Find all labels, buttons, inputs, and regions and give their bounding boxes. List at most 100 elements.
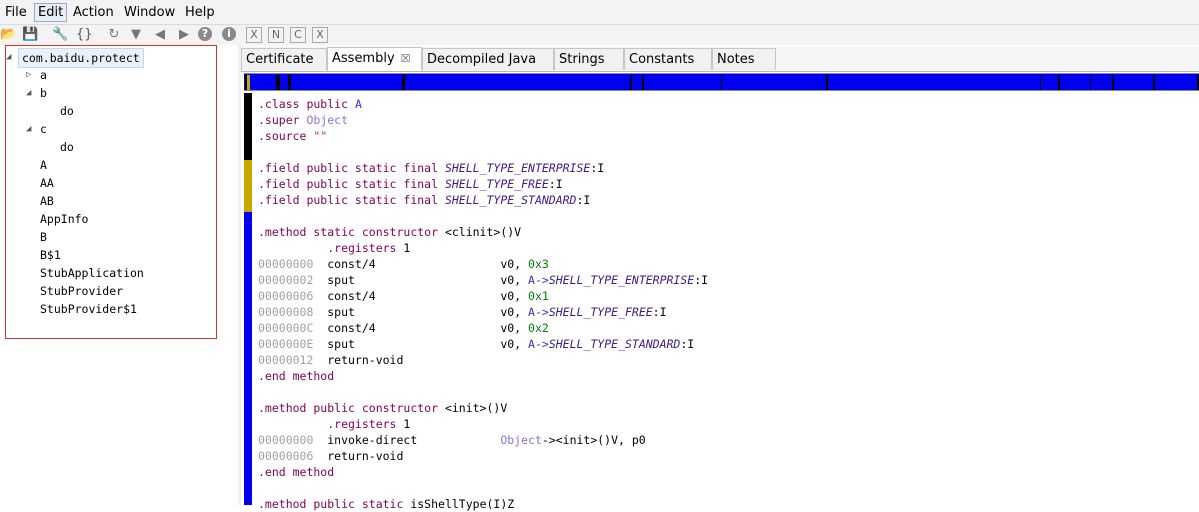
assembly-code[interactable]: .class public A .super Object .source "" .… bbox=[258, 96, 708, 512]
code-token: :I bbox=[652, 305, 667, 319]
code-line[interactable]: .registers 1 bbox=[258, 416, 708, 432]
filter-icon[interactable]: ▼ bbox=[128, 27, 144, 43]
code-token: .end method bbox=[258, 369, 335, 383]
close-tab-icon[interactable]: ☒ bbox=[401, 52, 411, 65]
code-token: .source bbox=[258, 129, 314, 143]
xref-icon[interactable]: X bbox=[312, 27, 328, 43]
code-line[interactable]: 00000008 sput v0, A->SHELL_TYPE_FREE:I bbox=[258, 304, 708, 320]
code-token: A-> bbox=[528, 305, 549, 319]
menu-edit[interactable]: Edit bbox=[34, 3, 68, 22]
code-line[interactable]: .super Object bbox=[258, 112, 708, 128]
tab-constants[interactable]: Constants bbox=[624, 48, 712, 70]
code-line[interactable]: 00000000 const/4 v0, 0x3 bbox=[258, 256, 708, 272]
code-line[interactable]: 00000012 return-void bbox=[258, 352, 708, 368]
help-icon[interactable]: ? bbox=[198, 27, 212, 41]
overview-marker bbox=[276, 75, 280, 90]
code-token: .method public static bbox=[258, 497, 411, 511]
code-line[interactable]: 0000000E sput v0, A->SHELL_TYPE_STANDARD… bbox=[258, 336, 708, 352]
code-line[interactable]: .field public static final SHELL_TYPE_FR… bbox=[258, 176, 708, 192]
code-token: "" bbox=[313, 129, 328, 143]
overview-marker bbox=[1040, 75, 1041, 90]
code-line[interactable]: .method public constructor <init>()V bbox=[258, 400, 708, 416]
code-token: .method public constructor bbox=[258, 401, 445, 415]
code-token: SHELL_TYPE_STANDARD bbox=[444, 193, 577, 207]
open-icon[interactable]: 📂 bbox=[0, 27, 16, 43]
code-line[interactable]: .end method bbox=[258, 464, 708, 480]
code-line[interactable]: .end method bbox=[258, 368, 708, 384]
code-line[interactable]: 0000000C const/4 v0, 0x2 bbox=[258, 320, 708, 336]
code-line[interactable] bbox=[258, 144, 708, 160]
overview-marker bbox=[288, 75, 291, 90]
assembly-editor[interactable]: .class public A .super Object .source "" .… bbox=[244, 93, 1199, 511]
info-icon[interactable]: i bbox=[222, 27, 236, 41]
code-token: SHELL_TYPE_STANDARD bbox=[548, 337, 681, 351]
gutter-segment bbox=[244, 212, 252, 505]
menu-window[interactable]: Window bbox=[121, 4, 178, 21]
menu-action[interactable]: Action bbox=[70, 4, 117, 21]
tab-certificate[interactable]: Certificate bbox=[241, 48, 327, 70]
code-token: return-void bbox=[313, 449, 404, 463]
tab-notes[interactable]: Notes bbox=[712, 48, 776, 70]
code-line[interactable]: .field public static final SHELL_TYPE_EN… bbox=[258, 160, 708, 176]
code-token: 0000000C bbox=[258, 321, 314, 335]
code-token: isShellType(I)Z bbox=[410, 497, 515, 511]
wrench-icon[interactable]: 🔧 bbox=[52, 27, 68, 43]
code-token: 00000000 bbox=[258, 433, 314, 447]
code-line[interactable]: 00000006 return-void bbox=[258, 448, 708, 464]
code-line[interactable]: 00000006 const/4 v0, 0x1 bbox=[258, 288, 708, 304]
menu-file[interactable]: File bbox=[2, 4, 30, 21]
refresh-icon[interactable]: ↻ bbox=[106, 27, 122, 43]
tab-strings[interactable]: Strings bbox=[554, 48, 624, 70]
code-line[interactable] bbox=[258, 384, 708, 400]
code-line[interactable]: .method public static isShellType(I)Z bbox=[258, 496, 708, 512]
code-token: sput v0, bbox=[313, 273, 529, 287]
code-token: .end method bbox=[258, 465, 335, 479]
code-token: 00000006 bbox=[258, 449, 314, 463]
code-line[interactable]: .method static constructor <clinit>()V bbox=[258, 224, 708, 240]
menu-bar: File Edit Action Window Help bbox=[0, 0, 1199, 25]
code-token: .field public static final bbox=[258, 177, 445, 191]
code-token: 0x2 bbox=[528, 321, 549, 335]
convert-icon[interactable]: C bbox=[290, 27, 306, 43]
code-line[interactable] bbox=[258, 480, 708, 496]
code-token: sput v0, bbox=[313, 337, 529, 351]
code-line[interactable]: .source "" bbox=[258, 128, 708, 144]
comment-icon[interactable]: N bbox=[268, 27, 284, 43]
overview-marker bbox=[1058, 75, 1060, 90]
code-token: 1 bbox=[403, 241, 411, 255]
code-overview-bar[interactable] bbox=[244, 73, 1199, 91]
code-token: SHELL_TYPE_FREE bbox=[444, 177, 549, 191]
code-token: :I bbox=[680, 337, 695, 351]
menu-help[interactable]: Help bbox=[182, 4, 218, 21]
code-token: A-> bbox=[528, 337, 549, 351]
code-token: -><init>()V, p0 bbox=[541, 433, 646, 447]
back-icon[interactable]: ◀ bbox=[152, 27, 168, 43]
code-line[interactable] bbox=[258, 208, 708, 224]
code-token: Object bbox=[500, 433, 542, 447]
editor-tabs: Certificate Assembly ☒ Decompiled Java Strin… bbox=[241, 46, 1199, 72]
save-icon[interactable]: 💾 bbox=[22, 27, 38, 43]
gutter-segment bbox=[244, 160, 252, 212]
brackets-icon[interactable]: {} bbox=[76, 27, 93, 43]
tab-assembly[interactable]: Assembly ☒ bbox=[327, 47, 422, 71]
code-token: .super bbox=[258, 113, 307, 127]
code-line[interactable]: .registers 1 bbox=[258, 240, 708, 256]
code-token: .class public bbox=[258, 97, 355, 111]
code-token: 00000008 bbox=[258, 305, 314, 319]
code-token: 00000002 bbox=[258, 273, 314, 287]
forward-icon[interactable]: ▶ bbox=[176, 27, 192, 43]
tab-decompiled-java[interactable]: Decompiled Java bbox=[422, 48, 554, 70]
code-token: 00000012 bbox=[258, 353, 314, 367]
tab-label: Assembly bbox=[332, 51, 395, 66]
code-token: :I bbox=[548, 177, 563, 191]
code-line[interactable]: .field public static final SHELL_TYPE_ST… bbox=[258, 192, 708, 208]
panel-splitter[interactable] bbox=[238, 45, 241, 505]
code-token: 1 bbox=[403, 417, 411, 431]
code-line[interactable]: .class public A bbox=[258, 96, 708, 112]
code-token: 0000000E bbox=[258, 337, 314, 351]
rename-icon[interactable]: X bbox=[246, 27, 262, 43]
code-token: const/4 v0, bbox=[313, 289, 529, 303]
code-line[interactable]: 00000002 sput v0, A->SHELL_TYPE_ENTERPRI… bbox=[258, 272, 708, 288]
toolbar: 📂 💾 🔧{} ↻ ▼ ◀ ▶? i X N C X bbox=[0, 25, 1199, 45]
code-line[interactable]: 00000000 invoke-direct Object-><init>()V… bbox=[258, 432, 708, 448]
